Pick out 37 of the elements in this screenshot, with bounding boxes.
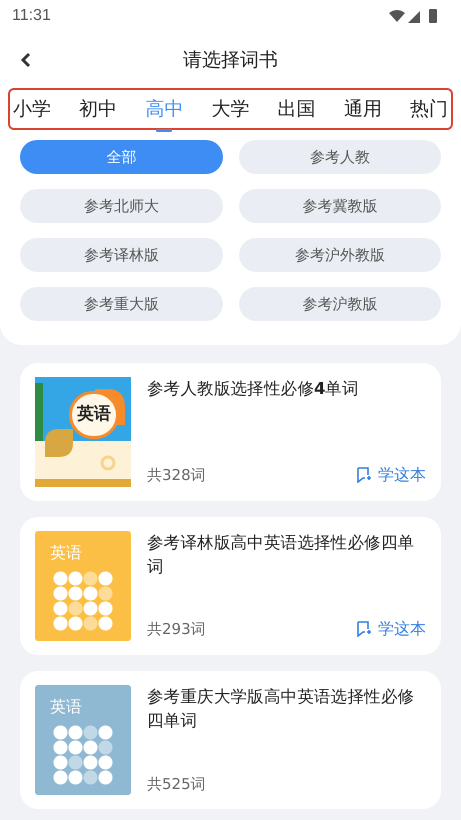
category-tab[interactable]: 通用 xyxy=(342,94,383,124)
filter-chip[interactable]: 参考人教 xyxy=(238,140,441,174)
cover-title: 英语 xyxy=(50,542,83,564)
dot-grid-drawing xyxy=(53,725,113,785)
word-count: 共328词 xyxy=(147,464,206,486)
bookmark-icon xyxy=(356,621,372,637)
category-tab[interactable]: 大学 xyxy=(210,94,250,124)
book-title: 参考重庆大学版高中英语选择性必修四单词 xyxy=(147,686,416,732)
filter-chip[interactable]: 参考重大版 xyxy=(20,287,222,321)
category-tab[interactable]: 小学 xyxy=(12,94,52,124)
dot-grid-drawing xyxy=(53,571,113,631)
book-title: 参考译林版高中英语选择性必修四单词 xyxy=(147,532,416,578)
category-tab[interactable]: 高中 xyxy=(144,94,184,124)
word-count: 共293词 xyxy=(147,618,206,640)
category-tab[interactable]: 初中 xyxy=(78,94,118,124)
page-title: 请选择词书 xyxy=(183,48,278,73)
book-card[interactable]: 英语 参考重庆大学版高中英语选择性必修四单词 共525词 xyxy=(20,671,441,809)
filter-chip[interactable]: 参考沪外教版 xyxy=(238,238,441,272)
word-count: 共525词 xyxy=(147,774,206,794)
book-card[interactable]: 英语 参考译林版高中英语选择性必修四单词 共293词 学这本 xyxy=(20,517,441,655)
back-icon[interactable] xyxy=(20,52,32,68)
bookmark-icon xyxy=(356,467,372,483)
cover-title: 英语 xyxy=(50,696,83,718)
category-tab[interactable]: 热门 xyxy=(408,94,449,124)
filter-chip[interactable]: 全部 xyxy=(20,140,222,174)
filter-chip[interactable]: 参考沪教版 xyxy=(238,287,441,321)
study-button[interactable]: 学这本 xyxy=(356,463,426,487)
study-button[interactable]: 学这本 xyxy=(356,617,426,641)
category-tab[interactable]: 出国 xyxy=(276,94,317,124)
filter-chip[interactable]: 参考北师大 xyxy=(20,189,222,223)
tab-underline xyxy=(156,129,172,132)
book-title: 参考人教版选择性必修4单词 xyxy=(147,378,360,400)
book-card[interactable]: 英语 参考人教版选择性必修4单词 共328词 学这本 xyxy=(20,363,441,501)
filter-chip[interactable]: 参考冀教版 xyxy=(238,189,441,223)
filter-chip[interactable]: 参考译林版 xyxy=(20,238,222,272)
status-icons xyxy=(389,8,439,24)
status-time: 11:31 xyxy=(12,6,51,26)
